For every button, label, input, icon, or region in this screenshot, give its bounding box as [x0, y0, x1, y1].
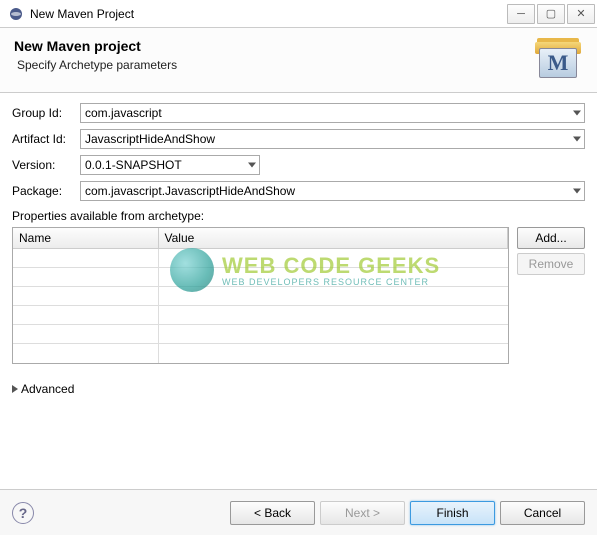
package-input[interactable] — [80, 181, 585, 201]
package-label: Package: — [12, 184, 80, 198]
table-row[interactable] — [13, 306, 508, 325]
wizard-buttons: ? < Back Next > Finish Cancel — [0, 489, 597, 535]
properties-label: Properties available from archetype: — [12, 209, 585, 223]
eclipse-icon — [8, 6, 24, 22]
form-area: Group Id: Artifact Id: Version: Package:… — [0, 93, 597, 402]
finish-button[interactable]: Finish — [410, 501, 495, 525]
table-row[interactable] — [13, 344, 508, 363]
artifact-id-label: Artifact Id: — [12, 132, 80, 146]
table-row[interactable] — [13, 325, 508, 344]
minimize-button[interactable]: ─ — [507, 4, 535, 24]
title-bar: New Maven Project ─ ▢ ✕ — [0, 0, 597, 28]
back-button[interactable]: < Back — [230, 501, 315, 525]
window-title: New Maven Project — [30, 7, 507, 21]
add-button[interactable]: Add... — [517, 227, 585, 249]
next-button: Next > — [320, 501, 405, 525]
close-button[interactable]: ✕ — [567, 4, 595, 24]
page-subtitle: Specify Archetype parameters — [17, 58, 535, 72]
group-id-label: Group Id: — [12, 106, 80, 120]
advanced-label: Advanced — [21, 382, 74, 396]
cancel-button[interactable]: Cancel — [500, 501, 585, 525]
window-controls: ─ ▢ ✕ — [507, 4, 595, 24]
version-label: Version: — [12, 158, 80, 172]
wizard-header: New Maven project Specify Archetype para… — [0, 28, 597, 93]
chevron-right-icon — [12, 385, 18, 393]
advanced-toggle[interactable]: Advanced — [12, 382, 585, 396]
version-input[interactable] — [80, 155, 260, 175]
column-header-name[interactable]: Name — [13, 228, 158, 249]
table-row[interactable] — [13, 249, 508, 268]
properties-table[interactable]: Name Value — [12, 227, 509, 364]
column-header-value[interactable]: Value — [158, 228, 508, 249]
group-id-input[interactable] — [80, 103, 585, 123]
help-icon[interactable]: ? — [12, 502, 34, 524]
maximize-button[interactable]: ▢ — [537, 4, 565, 24]
page-title: New Maven project — [14, 38, 535, 54]
artifact-id-input[interactable] — [80, 129, 585, 149]
table-row[interactable] — [13, 287, 508, 306]
remove-button: Remove — [517, 253, 585, 275]
table-row[interactable] — [13, 268, 508, 287]
maven-icon: M — [535, 38, 583, 80]
